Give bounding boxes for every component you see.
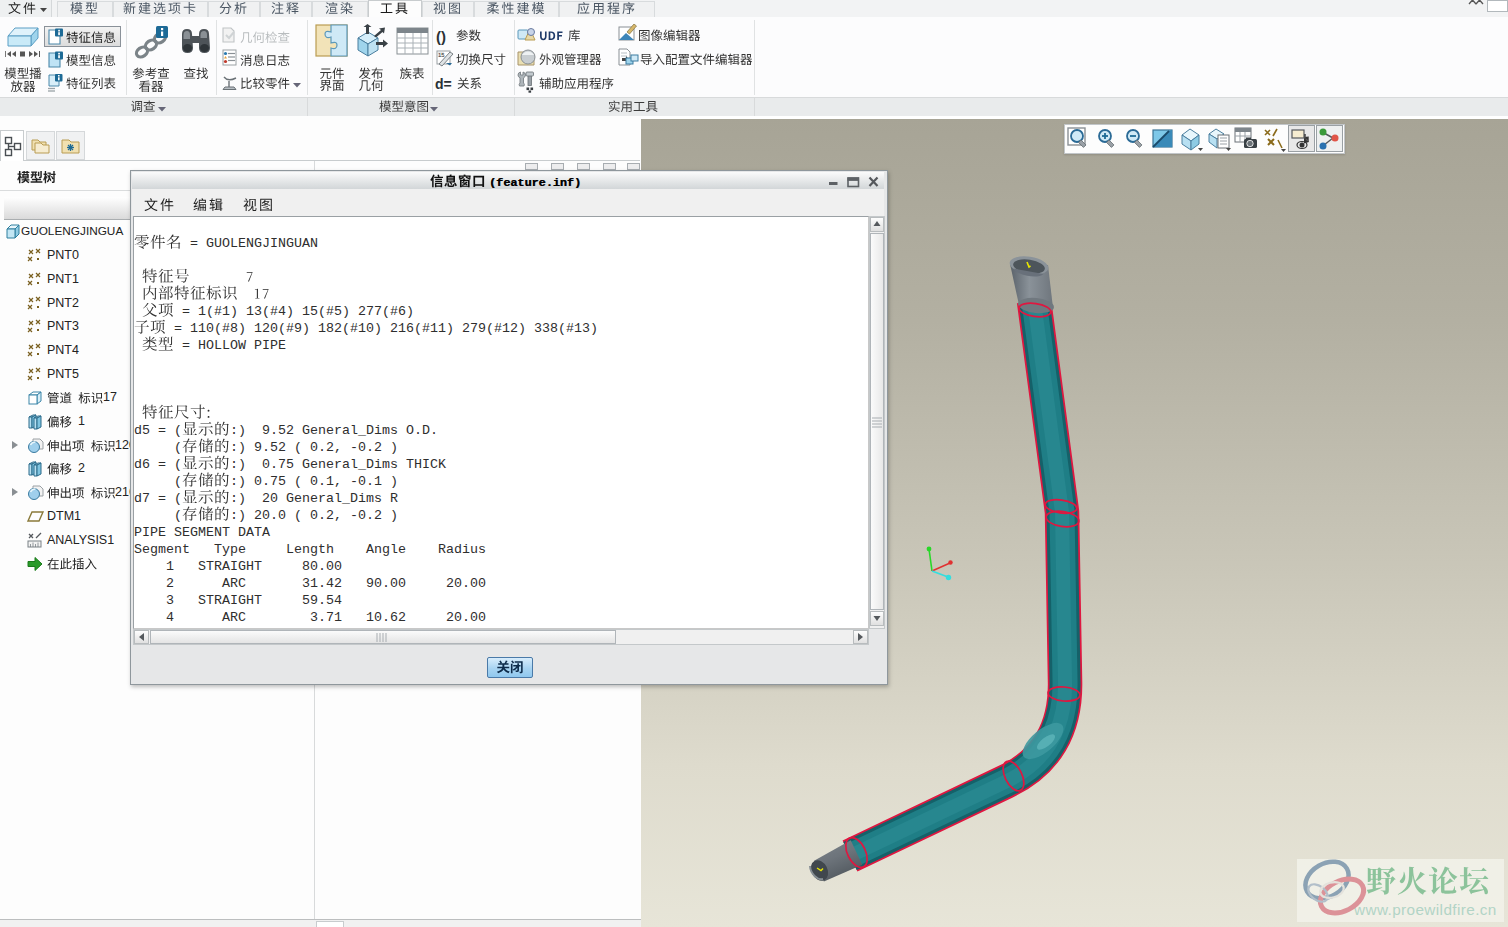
svg-text:15: 15 [438, 52, 445, 58]
